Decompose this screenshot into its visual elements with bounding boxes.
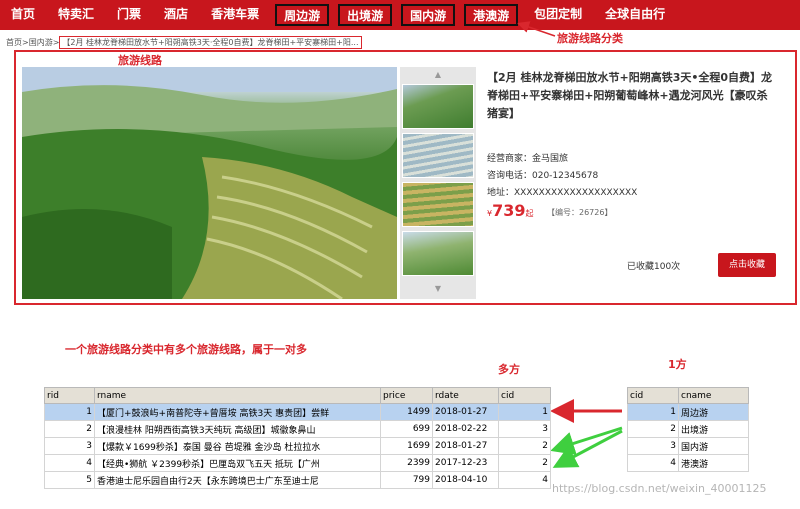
cell-price[interactable]: 799 <box>380 471 433 489</box>
cell-rid[interactable]: 4 <box>44 454 95 472</box>
table-row[interactable]: 2 出境游 <box>627 420 749 438</box>
cell-rdate[interactable]: 2018-04-10 <box>432 471 499 489</box>
cell-cid[interactable]: 3 <box>627 437 679 455</box>
favorite-count: 已收藏100次 <box>627 262 681 272</box>
cell-rdate[interactable]: 2018-02-22 <box>432 420 499 438</box>
table-row[interactable]: 3 【爆款￥1699秒杀】泰国 曼谷 芭堤雅 金沙岛 杜拉拉水 1699 201… <box>44 437 551 455</box>
thumbnail-2[interactable] <box>402 133 474 178</box>
cell-cid[interactable]: 4 <box>627 454 679 472</box>
price: ¥739起 <box>487 201 534 220</box>
col-header-rname[interactable]: rname <box>94 387 381 404</box>
thumbnail-3[interactable] <box>402 182 474 227</box>
cell-price[interactable]: 1499 <box>380 403 433 421</box>
cell-rname[interactable]: 【爆款￥1699秒杀】泰国 曼谷 芭堤雅 金沙岛 杜拉拉水 <box>94 437 381 455</box>
relation-arrow-green-2 <box>552 429 623 468</box>
breadcrumb-current: 【2月 桂林龙脊梯田放水节+阳朔高铁3天·全程0自费】龙脊梯田+平安寨梯田+阳.… <box>59 36 362 49</box>
thumbnail-1[interactable] <box>402 84 474 129</box>
cell-cid[interactable]: 2 <box>627 420 679 438</box>
cell-rname[interactable]: 【浪漫桂林 阳朔西街高铁3天纯玩 高级团】城徽象鼻山 <box>94 420 381 438</box>
cell-rid[interactable]: 5 <box>44 471 95 489</box>
breadcrumb-home[interactable]: 首页 <box>6 38 22 47</box>
cell-price[interactable]: 2399 <box>380 454 433 472</box>
table-row[interactable]: 1 周边游 <box>627 403 749 421</box>
breadcrumb: 首页>国内游> 【2月 桂林龙脊梯田放水节+阳朔高铁3天·全程0自费】龙脊梯田+平… <box>6 36 362 49</box>
col-header-rid[interactable]: rid <box>44 387 95 404</box>
table-row[interactable]: 5 香港迪士尼乐园自由行2天【永东跨境巴士广东至迪士尼 799 2018-04-… <box>44 471 551 489</box>
route-code: 【编号：26726】 <box>547 208 613 217</box>
terrace-landscape-image <box>22 67 397 299</box>
breadcrumb-separator: > <box>22 38 29 47</box>
table-row[interactable]: 1 【厦门+鼓浪屿+南普陀寺+曾厝垵 高铁3天 惠贵团】尝鲜 1499 2018… <box>44 403 551 421</box>
main-photo <box>22 67 397 299</box>
cell-price[interactable]: 1699 <box>380 437 433 455</box>
thumbnail-down-arrow-icon[interactable]: ▼ <box>402 283 474 295</box>
cell-rid[interactable]: 2 <box>44 420 95 438</box>
price-suffix: 起 <box>525 209 534 218</box>
cell-cid[interactable]: 2 <box>498 454 551 472</box>
thumbnail-up-arrow-icon[interactable]: ▲ <box>402 69 474 81</box>
category-annotation-label: 旅游线路分类 <box>557 32 623 45</box>
cell-cname[interactable]: 港澳游 <box>678 454 749 472</box>
breadcrumb-category[interactable]: 国内游 <box>29 38 53 47</box>
cell-cname[interactable]: 周边游 <box>678 403 749 421</box>
many-side-label: 多方 <box>498 363 520 376</box>
cell-rname[interactable]: 【厦门+鼓浪屿+南普陀寺+曾厝垵 高铁3天 惠贵团】尝鲜 <box>94 403 381 421</box>
route-table-header: rid rname price rdate cid <box>44 387 551 404</box>
one-side-label: 1方 <box>668 358 687 371</box>
table-row[interactable]: 4 【经典•狮航 ￥2399秒杀】巴厘岛双飞五天 抵玩【广州 2399 2017… <box>44 454 551 472</box>
thumbnail-strip: ▲ ▼ <box>400 67 476 299</box>
cell-price[interactable]: 699 <box>380 420 433 438</box>
thumbnail-4[interactable] <box>402 231 474 276</box>
seller-info: 经营商家：金马国旅 <box>487 154 569 164</box>
col-header-cid[interactable]: cid <box>498 387 551 404</box>
cell-cname[interactable]: 出境游 <box>678 420 749 438</box>
cell-cid[interactable]: 4 <box>498 471 551 489</box>
address-info: 地址：XXXXXXXXXXXXXXXXXXXX <box>487 188 638 198</box>
relation-note: 一个旅游线路分类中有多个旅游线路，属于一对多 <box>65 343 307 356</box>
cell-cid[interactable]: 3 <box>498 420 551 438</box>
table-row[interactable]: 4 港澳游 <box>627 454 749 472</box>
cell-rname[interactable]: 香港迪士尼乐园自由行2天【永东跨境巴士广东至迪士尼 <box>94 471 381 489</box>
cell-rid[interactable]: 3 <box>44 437 95 455</box>
category-annotation-arrow <box>517 21 556 37</box>
cell-rdate[interactable]: 2018-01-27 <box>432 403 499 421</box>
cell-cname[interactable]: 国内游 <box>678 437 749 455</box>
col-header-cid[interactable]: cid <box>627 387 679 404</box>
category-table: cid cname 1 周边游 2 出境游 3 国内游 4 港澳游 <box>627 387 749 472</box>
cell-cid[interactable]: 1 <box>498 403 551 421</box>
relation-arrow-green-1 <box>550 426 623 455</box>
price-value: 739 <box>492 201 526 220</box>
cell-cid[interactable]: 2 <box>498 437 551 455</box>
route-title: 【2月 桂林龙脊梯田放水节+阳朔高铁3天•全程0自费】龙脊梯田+平安寨梯田+阳朔… <box>487 71 773 120</box>
col-header-cname[interactable]: cname <box>678 387 749 404</box>
phone-info: 咨询电话：020-12345678 <box>487 171 599 181</box>
table-row[interactable]: 3 国内游 <box>627 437 749 455</box>
col-header-price[interactable]: price <box>380 387 433 404</box>
cell-rname[interactable]: 【经典•狮航 ￥2399秒杀】巴厘岛双飞五天 抵玩【广州 <box>94 454 381 472</box>
watermark: https://blog.csdn.net/weixin_40001125 <box>552 482 767 495</box>
category-table-header: cid cname <box>627 387 749 404</box>
favorite-button[interactable]: 点击收藏 <box>718 253 776 277</box>
col-header-rdate[interactable]: rdate <box>432 387 499 404</box>
table-row[interactable]: 2 【浪漫桂林 阳朔西街高铁3天纯玩 高级团】城徽象鼻山 699 2018-02… <box>44 420 551 438</box>
cell-rid[interactable]: 1 <box>44 403 95 421</box>
cell-rdate[interactable]: 2017-12-23 <box>432 454 499 472</box>
cell-rdate[interactable]: 2018-01-27 <box>432 437 499 455</box>
cell-cid[interactable]: 1 <box>627 403 679 421</box>
route-table: rid rname price rdate cid 1 【厦门+鼓浪屿+南普陀寺… <box>44 387 551 489</box>
